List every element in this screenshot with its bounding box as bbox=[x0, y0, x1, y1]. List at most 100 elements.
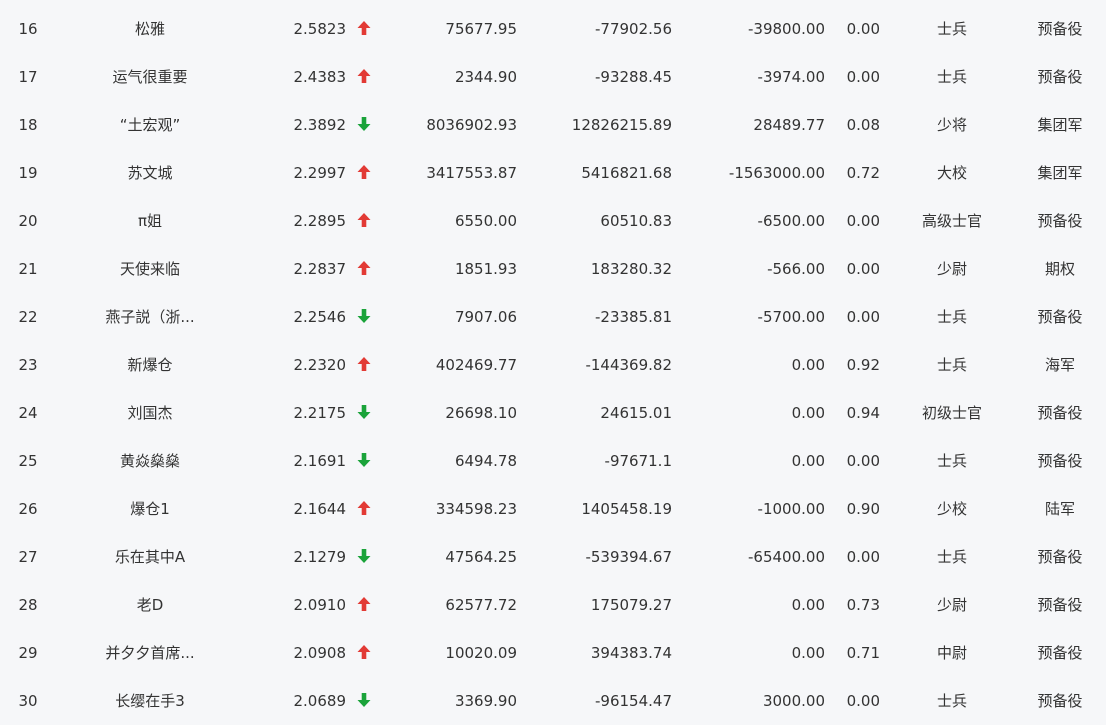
trend-cell bbox=[354, 581, 374, 629]
up-arrow-icon bbox=[357, 20, 371, 38]
military-rank-cell: 士兵 bbox=[936, 452, 967, 470]
ratio-cell: 0.00 bbox=[846, 692, 880, 710]
value-1-cell: 3417553.87 bbox=[426, 164, 517, 182]
value-1-cell: 2344.90 bbox=[454, 68, 517, 86]
up-arrow-icon bbox=[357, 356, 371, 374]
military-rank-cell: 士兵 bbox=[936, 356, 967, 374]
up-arrow-icon bbox=[357, 500, 371, 518]
up-arrow-icon bbox=[357, 596, 371, 614]
trader-name-cell: 长缨在手3 bbox=[115, 692, 185, 710]
down-arrow-icon bbox=[357, 404, 371, 422]
value-2-cell: -144369.82 bbox=[585, 356, 672, 374]
ratio-cell: 0.08 bbox=[846, 116, 880, 134]
down-arrow-icon bbox=[357, 308, 371, 326]
table-row: 24 刘国杰 2.2175 26698.10 24615.01 0.00 0.94 初级士官 预… bbox=[0, 389, 1106, 437]
rank-cell: 29 bbox=[18, 644, 38, 662]
rank-cell: 28 bbox=[18, 596, 38, 614]
trader-name-cell: 新爆仓 bbox=[127, 356, 173, 374]
trend-cell bbox=[354, 5, 374, 53]
ratio-cell: 0.94 bbox=[846, 404, 880, 422]
group-cell: 海军 bbox=[1044, 356, 1075, 374]
ratio-cell: 0.00 bbox=[846, 260, 880, 278]
down-arrow-icon bbox=[357, 548, 371, 566]
up-arrow-icon bbox=[357, 644, 371, 662]
trend-cell bbox=[354, 197, 374, 245]
ratio-cell: 0.00 bbox=[846, 212, 880, 230]
score-cell: 2.1691 bbox=[293, 452, 347, 470]
up-arrow-icon bbox=[357, 68, 371, 86]
score-cell: 2.4383 bbox=[293, 68, 347, 86]
military-rank-cell: 大校 bbox=[936, 164, 967, 182]
trader-name-cell: 爆仓1 bbox=[130, 500, 170, 518]
trader-name-cell: 黄焱燊燊 bbox=[119, 452, 180, 470]
value-2-cell: -539394.67 bbox=[585, 548, 672, 566]
table-row: 25 黄焱燊燊 2.1691 6494.78 -97671.1 0.00 0.00 士兵 预备役 bbox=[0, 437, 1106, 485]
rank-cell: 23 bbox=[18, 356, 38, 374]
value-3-cell: 0.00 bbox=[791, 596, 825, 614]
score-cell: 2.5823 bbox=[293, 20, 347, 38]
value-2-cell: -93288.45 bbox=[595, 68, 672, 86]
value-2-cell: -96154.47 bbox=[595, 692, 672, 710]
ratio-cell: 0.72 bbox=[846, 164, 880, 182]
value-1-cell: 1851.93 bbox=[454, 260, 517, 278]
score-cell: 2.0908 bbox=[293, 644, 347, 662]
value-1-cell: 10020.09 bbox=[445, 644, 517, 662]
rank-cell: 20 bbox=[18, 212, 38, 230]
trader-name-cell: 运气很重要 bbox=[112, 68, 188, 86]
military-rank-cell: 士兵 bbox=[936, 308, 967, 326]
value-2-cell: 24615.01 bbox=[600, 404, 672, 422]
table-row: 20 π姐 2.2895 6550.00 60510.83 -6500.00 0.00 高级士… bbox=[0, 197, 1106, 245]
value-3-cell: -3974.00 bbox=[757, 68, 825, 86]
trader-name-cell: 并夕夕首席... bbox=[105, 644, 195, 662]
value-1-cell: 334598.23 bbox=[435, 500, 517, 518]
trend-cell bbox=[354, 485, 374, 533]
table-row: 27 乐在其中A 2.1279 47564.25 -539394.67 -65400.00… bbox=[0, 533, 1106, 581]
trend-cell bbox=[354, 677, 374, 725]
trend-cell bbox=[354, 341, 374, 389]
table-row: 22 燕子説（浙... 2.2546 7907.06 -23385.81 -5700.00… bbox=[0, 293, 1106, 341]
value-1-cell: 47564.25 bbox=[445, 548, 517, 566]
value-3-cell: 28489.77 bbox=[753, 116, 825, 134]
score-cell: 2.1644 bbox=[293, 500, 347, 518]
group-cell: 预备役 bbox=[1037, 20, 1083, 38]
value-3-cell: -566.00 bbox=[767, 260, 825, 278]
value-3-cell: 0.00 bbox=[791, 356, 825, 374]
group-cell: 预备役 bbox=[1037, 308, 1083, 326]
trader-name-cell: 老D bbox=[136, 596, 164, 614]
rank-cell: 17 bbox=[18, 68, 38, 86]
military-rank-cell: 士兵 bbox=[936, 548, 967, 566]
military-rank-cell: 士兵 bbox=[936, 68, 967, 86]
ratio-cell: 0.71 bbox=[846, 644, 880, 662]
rank-cell: 30 bbox=[18, 692, 38, 710]
trader-name-cell: 松雅 bbox=[134, 20, 165, 38]
trader-name-cell: 天使来临 bbox=[119, 260, 180, 278]
up-arrow-icon bbox=[357, 212, 371, 230]
ratio-cell: 0.00 bbox=[846, 452, 880, 470]
rank-cell: 22 bbox=[18, 308, 38, 326]
military-rank-cell: 士兵 bbox=[936, 692, 967, 710]
value-1-cell: 3369.90 bbox=[454, 692, 517, 710]
rank-cell: 25 bbox=[18, 452, 38, 470]
value-2-cell: 5416821.68 bbox=[581, 164, 672, 182]
value-3-cell: -1000.00 bbox=[757, 500, 825, 518]
table-row: 30 长缨在手3 2.0689 3369.90 -96154.47 3000.00 0.00… bbox=[0, 677, 1106, 725]
military-rank-cell: 高级士官 bbox=[921, 212, 982, 230]
trend-cell bbox=[354, 149, 374, 197]
ratio-cell: 0.90 bbox=[846, 500, 880, 518]
group-cell: 陆军 bbox=[1044, 500, 1075, 518]
rank-cell: 24 bbox=[18, 404, 38, 422]
down-arrow-icon bbox=[357, 452, 371, 470]
group-cell: 集团军 bbox=[1037, 164, 1083, 182]
trend-cell bbox=[354, 293, 374, 341]
value-1-cell: 6494.78 bbox=[454, 452, 517, 470]
military-rank-cell: 少尉 bbox=[936, 260, 967, 278]
value-2-cell: 394383.74 bbox=[590, 644, 672, 662]
group-cell: 预备役 bbox=[1037, 212, 1083, 230]
trader-name-cell: 乐在其中A bbox=[114, 548, 186, 566]
rank-cell: 16 bbox=[18, 20, 38, 38]
table-row: 26 爆仓1 2.1644 334598.23 1405458.19 -1000.00 0.… bbox=[0, 485, 1106, 533]
value-1-cell: 26698.10 bbox=[445, 404, 517, 422]
up-arrow-icon bbox=[357, 164, 371, 182]
down-arrow-icon bbox=[357, 116, 371, 134]
trend-cell bbox=[354, 437, 374, 485]
